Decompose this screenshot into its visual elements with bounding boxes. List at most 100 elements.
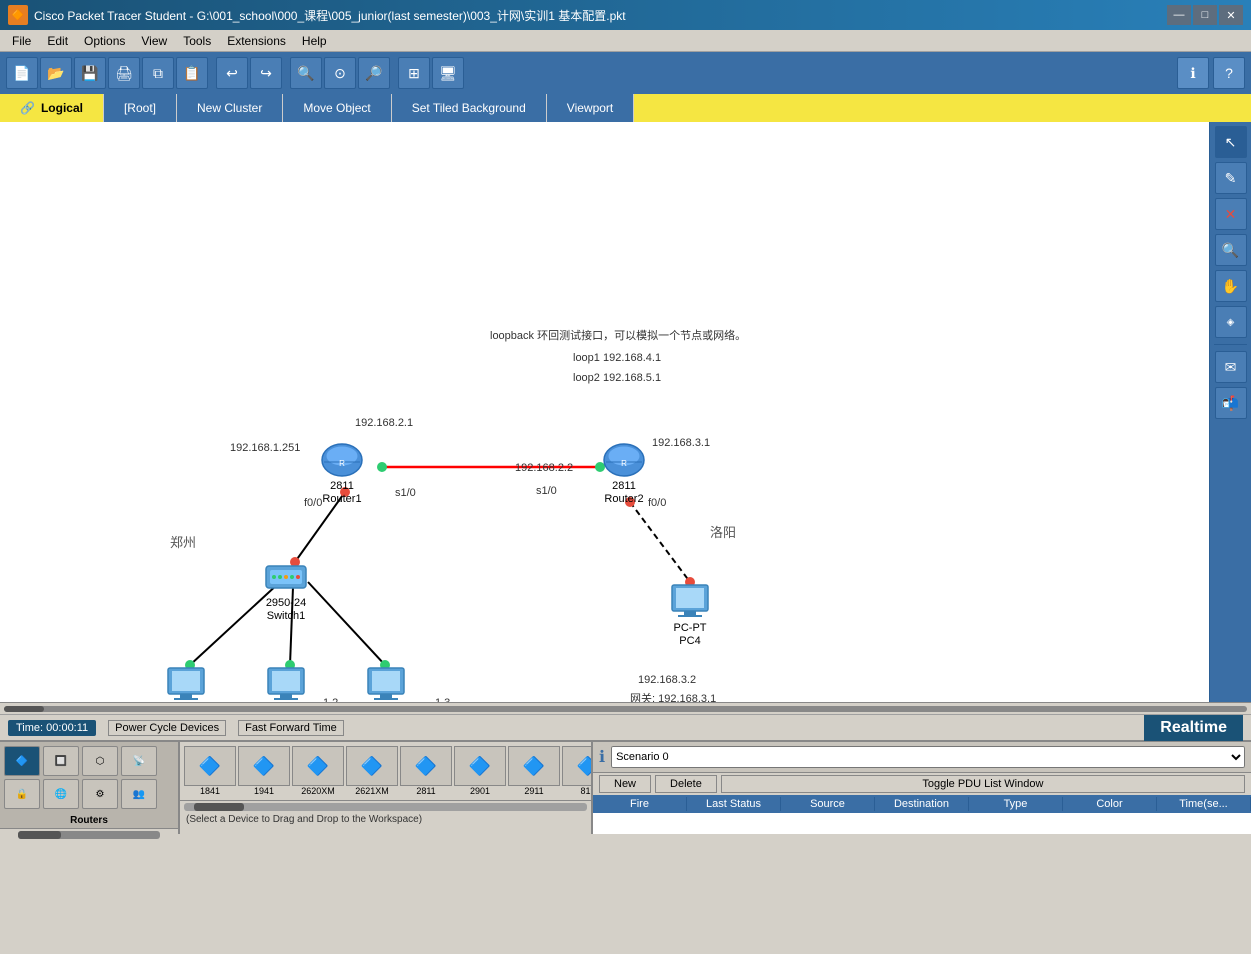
device-item-2901-label: 2901 [470, 786, 490, 796]
window-title: Cisco Packet Tracer Student - G:\001_sch… [34, 7, 626, 24]
pdu-simple-btn[interactable]: ✉ [1215, 351, 1247, 383]
help-icon-btn[interactable]: ? [1213, 57, 1245, 89]
main-area: loopback 环回测试接口，可以模拟一个节点或网络。 loop1 192.1… [0, 122, 1251, 702]
router2-s1-port: s1/0 [536, 485, 557, 497]
cat-multiuser[interactable]: 👥 [121, 779, 157, 809]
cat-hubs[interactable]: ⬡ [82, 746, 118, 776]
minimize-button[interactable]: — [1167, 5, 1191, 25]
router2-ip-label: 192.168.3.1 [652, 437, 710, 449]
device-item-2620xm[interactable]: 🔷 2620XM [292, 746, 344, 796]
hscroll-thumb[interactable] [4, 706, 44, 712]
loopback-annotation: loopback 环回测试接口，可以模拟一个节点或网络。 [490, 327, 746, 343]
pc1-icon [162, 665, 210, 702]
cat-switches[interactable]: 🔲 [43, 746, 79, 776]
canvas-horizontal-scrollbar[interactable] [0, 702, 1251, 714]
router2-device[interactable]: R 2811Router2 [600, 440, 648, 506]
menu-edit[interactable]: Edit [39, 32, 76, 50]
maximize-button[interactable]: □ [1193, 5, 1217, 25]
paste-btn[interactable]: 📋 [176, 57, 208, 89]
device-item-1841[interactable]: 🔷 1841 [184, 746, 236, 796]
menu-file[interactable]: File [4, 32, 39, 50]
new-pdu-btn[interactable]: New [599, 775, 651, 793]
menu-view[interactable]: View [133, 32, 175, 50]
device-item-819[interactable]: 🔷 819 [562, 746, 591, 796]
navbar: 🔗Logical [Root] New Cluster Move Object … [0, 94, 1251, 122]
device-item-2621xm[interactable]: 🔷 2621XM [346, 746, 398, 796]
select-tool-btn[interactable]: ↖ [1215, 126, 1247, 158]
menu-tools[interactable]: Tools [175, 32, 219, 50]
device-item-1941[interactable]: 🔷 1941 [238, 746, 290, 796]
toggle-pdu-btn[interactable]: Toggle PDU List Window [721, 775, 1245, 793]
hand-tool-btn[interactable]: ✋ [1215, 270, 1247, 302]
delete-pdu-btn[interactable]: Delete [655, 775, 717, 793]
city-luoyang: 洛阳 [710, 522, 736, 541]
zoom-out-btn[interactable]: 🔎 [358, 57, 390, 89]
close-button[interactable]: ✕ [1219, 5, 1243, 25]
pc2-device[interactable]: PC-PTPC2 [262, 665, 310, 702]
switch1-device[interactable]: 2950-24Switch1 [262, 557, 310, 623]
device-item-2901[interactable]: 🔷 2901 [454, 746, 506, 796]
pc2-ip-suffix: 1.2 [323, 697, 338, 702]
pdu-header: ℹ Scenario 0 [593, 742, 1251, 773]
device-items-area: 🔷 1841 🔷 1941 🔷 2620XM 🔷 2621XM 🔷 2811 🔷 [180, 742, 591, 834]
redo-btn[interactable]: ↪ [250, 57, 282, 89]
device-item-2811[interactable]: 🔷 2811 [400, 746, 452, 796]
titlebar: 🔶 Cisco Packet Tracer Student - G:\001_s… [0, 0, 1251, 30]
cat-wan[interactable]: 🌐 [43, 779, 79, 809]
menu-options[interactable]: Options [76, 32, 133, 50]
col-destination: Destination [875, 797, 969, 811]
cat-custom[interactable]: ⚙ [82, 779, 118, 809]
undo-btn[interactable]: ↩ [216, 57, 248, 89]
nav-viewport[interactable]: Viewport [547, 94, 634, 122]
note-tool-btn[interactable]: ✎ [1215, 162, 1247, 194]
loop1-label: loop1 192.168.4.1 [573, 352, 661, 364]
zoom-reset-btn[interactable]: ⊙ [324, 57, 356, 89]
menu-help[interactable]: Help [294, 32, 335, 50]
power-cycle-btn[interactable]: Power Cycle Devices [108, 720, 226, 736]
custom1-tool-btn[interactable]: ◈ [1215, 306, 1247, 338]
pc3-icon [362, 665, 410, 702]
router2-f0-port: f0/0 [648, 497, 666, 509]
nav-logical[interactable]: 🔗Logical [0, 94, 104, 122]
scenario-select[interactable]: Scenario 0 [611, 746, 1245, 768]
network-canvas[interactable]: loopback 环回测试接口，可以模拟一个节点或网络。 loop1 192.1… [0, 122, 1209, 702]
router1-device[interactable]: R 2811Router1 [318, 440, 366, 506]
nav-move-object[interactable]: Move Object [283, 94, 391, 122]
realtime-btn[interactable]: Realtime [1144, 715, 1243, 741]
fast-forward-btn[interactable]: Fast Forward Time [238, 720, 344, 736]
nav-set-tiled[interactable]: Set Tiled Background [392, 94, 547, 122]
pc3-device[interactable]: PC-PTPC3 [362, 665, 410, 702]
cat-routers[interactable]: 🔷 [4, 746, 40, 776]
nav-new-cluster[interactable]: New Cluster [177, 94, 283, 122]
save-btn[interactable]: 💾 [74, 57, 106, 89]
device-item-2811-label: 2811 [416, 786, 435, 796]
delete-tool-btn[interactable]: ✕ [1215, 198, 1247, 230]
pc1-device[interactable]: PC-PTPC1 [162, 665, 210, 702]
print-btn[interactable]: 🖨 [108, 57, 140, 89]
zoom-tool-btn[interactable]: 🔍 [1215, 234, 1247, 266]
console-btn[interactable]: 🖥 [432, 57, 464, 89]
device-item-2911[interactable]: 🔷 2911 [508, 746, 560, 796]
zoom-in-btn[interactable]: 🔍 [290, 57, 322, 89]
device-item-2901-icon: 🔷 [454, 746, 506, 786]
nav-root[interactable]: [Root] [104, 94, 177, 122]
time-value: 00:00:11 [46, 722, 88, 734]
copy-btn[interactable]: ⧉ [142, 57, 174, 89]
cat-security[interactable]: 🔒 [4, 779, 40, 809]
pc4-device[interactable]: PC-PTPC4 [666, 582, 714, 648]
device-item-2911-icon: 🔷 [508, 746, 560, 786]
toolbar: 📄 📂 💾 🖨 ⧉ 📋 ↩ ↪ 🔍 ⊙ 🔎 ⊞ 🖥 ℹ ? [0, 52, 1251, 94]
open-btn[interactable]: 📂 [40, 57, 72, 89]
hscroll-track[interactable] [4, 706, 1247, 712]
cat-wireless[interactable]: 📡 [121, 746, 157, 776]
pdu-table-header: Fire Last Status Source Destination Type… [593, 795, 1251, 813]
router1-s1-port: s1/0 [395, 487, 416, 499]
col-last-status: Last Status [687, 797, 781, 811]
app-icon: 🔶 [8, 5, 28, 25]
info-btn[interactable]: ℹ [1177, 57, 1209, 89]
window-controls: — □ ✕ [1167, 5, 1243, 25]
menu-extensions[interactable]: Extensions [219, 32, 294, 50]
pdu-complex-btn[interactable]: 📬 [1215, 387, 1247, 419]
grid-btn[interactable]: ⊞ [398, 57, 430, 89]
new-btn[interactable]: 📄 [6, 57, 38, 89]
